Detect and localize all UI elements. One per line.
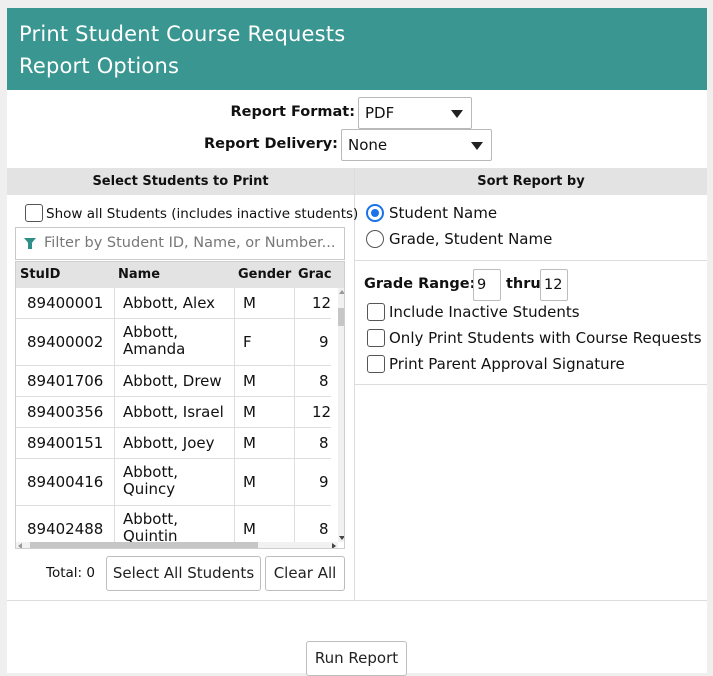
clear-all-button[interactable]: Clear All [265,556,345,591]
run-report-button[interactable]: Run Report [306,641,407,676]
grade-range-label: Grade Range: [364,276,476,292]
report-options-dialog: Print Student Course Requests Report Opt… [7,8,707,676]
student-filter-input[interactable]: Filter by Student ID, Name, or Number... [15,227,345,260]
students-table: StuID Name Gender Grac 89400001 Abbott, … [15,261,345,549]
table-row[interactable]: 89400001 Abbott, Alex M 12 [16,288,331,319]
column-header-gender[interactable]: Gender [238,267,291,282]
scroll-thumb[interactable] [30,542,258,548]
dialog-header: Print Student Course Requests Report Opt… [7,8,707,90]
scroll-down-icon[interactable] [339,536,344,540]
table-header: StuID Name Gender Grac [16,262,344,288]
scroll-thumb[interactable] [338,308,344,326]
sort-student-name-label: Student Name [389,204,498,222]
divider [7,600,707,601]
include-inactive-checkbox[interactable] [367,303,385,321]
report-delivery-select[interactable]: None [341,129,492,161]
total-count: Total: 0 [46,565,95,581]
table-row[interactable]: 89400416 Abbott, Quincy M 9 [16,459,331,506]
column-header-grade[interactable]: Grac [298,267,332,282]
select-all-students-button[interactable]: Select All Students [106,556,261,591]
chevron-down-icon [471,142,483,150]
report-format-select[interactable]: PDF [358,97,472,129]
page-subtitle: Report Options [19,54,180,78]
show-all-students-label: Show all Students (includes inactive stu… [46,206,359,222]
sort-grade-student-name-radio[interactable] [366,230,384,248]
report-delivery-label: Report Delivery: [204,136,338,152]
divider [355,260,707,261]
grade-to-input[interactable]: 12 [540,269,568,301]
column-header-stuid[interactable]: StuID [20,267,60,282]
column-header-name[interactable]: Name [118,267,160,282]
chevron-down-icon [451,110,463,118]
sort-grade-student-name-label: Grade, Student Name [389,230,553,248]
table-row[interactable]: 89400002 Abbott, Amanda F 9 [16,319,331,366]
divider [355,384,707,385]
table-row[interactable]: 89400151 Abbott, Joey M 8 [16,428,331,459]
scroll-right-icon[interactable] [332,543,336,548]
table-row[interactable]: 89401706 Abbott, Drew M 8 [16,366,331,397]
filter-placeholder: Filter by Student ID, Name, or Number... [44,235,336,251]
grade-thru-label: thru [506,276,541,292]
only-course-requests-label: Only Print Students with Course Requests [389,329,702,347]
only-course-requests-checkbox[interactable] [367,329,385,347]
vertical-scrollbar[interactable] [338,288,344,542]
show-all-students-checkbox[interactable] [25,204,43,222]
report-format-value: PDF [365,104,395,122]
report-delivery-value: None [348,136,388,154]
parent-approval-label: Print Parent Approval Signature [389,355,625,373]
table-row[interactable]: 89400356 Abbott, Israel M 12 [16,397,331,428]
scroll-up-icon[interactable] [339,290,344,294]
parent-approval-checkbox[interactable] [367,355,385,373]
page-title: Print Student Course Requests [19,22,346,46]
select-students-header: Select Students to Print [7,168,354,195]
grade-from-input[interactable]: 9 [473,269,501,301]
horizontal-scrollbar[interactable] [16,542,338,548]
scroll-left-icon[interactable] [18,543,22,548]
table-body: 89400001 Abbott, Alex M 12 89400002 Abbo… [16,288,331,548]
sort-report-header: Sort Report by [355,168,707,195]
sort-student-name-radio[interactable] [366,204,384,222]
report-format-label: Report Format: [230,104,355,120]
include-inactive-label: Include Inactive Students [389,303,580,321]
